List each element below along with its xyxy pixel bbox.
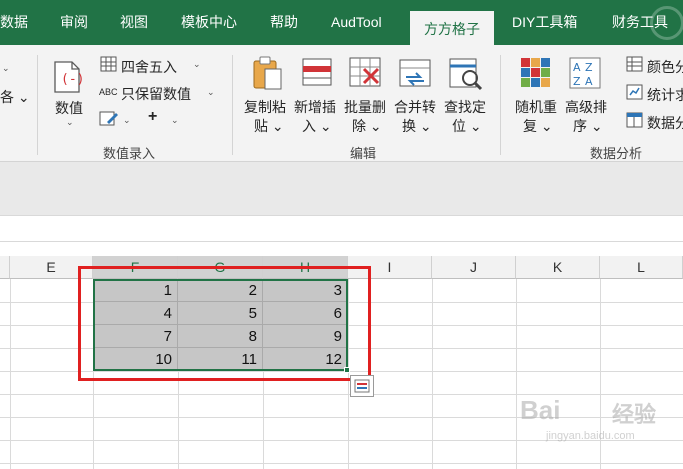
- grid-line: [0, 417, 683, 418]
- chevron-down-icon[interactable]: ⌄: [171, 115, 179, 126]
- watermark-circle: [650, 6, 683, 40]
- batch-delete-icon: [348, 55, 384, 96]
- color-analysis-button[interactable]: 颜色分: [647, 57, 683, 77]
- ribbon: ⌄ 各 ⌄ (-) 数值 ⌄ 四舍五入 ⌄ ABC 只保留数值 ⌄ ⌄ + ⌄ …: [0, 45, 683, 162]
- grid-line: [516, 279, 517, 469]
- chevron-down-icon[interactable]: ⌄: [123, 115, 131, 126]
- chevron-down-icon[interactable]: ⌄: [2, 63, 10, 74]
- column-header-partial[interactable]: [0, 256, 10, 279]
- group-separator: [37, 55, 38, 155]
- batch-delete-button[interactable]: 批量删: [344, 97, 386, 117]
- watermark-url: jingyan.baidu.com: [546, 430, 635, 442]
- red-highlight-box: [78, 266, 371, 381]
- advanced-sort-icon: A Z Z A: [569, 57, 601, 94]
- clipboard-icon: [251, 55, 285, 96]
- data-table-icon: [626, 112, 643, 133]
- keep-values-button[interactable]: 只保留数值: [121, 84, 191, 104]
- quick-analysis-icon[interactable]: [350, 375, 374, 397]
- copy-paste-button-line2[interactable]: 贴 ⌄: [254, 116, 284, 136]
- tab-review[interactable]: 审阅: [60, 0, 88, 45]
- group-label-edit: 编辑: [350, 146, 377, 161]
- grid-line: [432, 279, 433, 469]
- chevron-down-icon[interactable]: ⌄: [207, 87, 215, 98]
- tab-view[interactable]: 视图: [120, 0, 148, 45]
- find-locate-button[interactable]: 查找定: [444, 97, 486, 117]
- grid-line: [0, 463, 683, 464]
- tab-audtool[interactable]: AudTool: [331, 0, 382, 45]
- random-repeat-icon: [519, 56, 551, 95]
- merge-convert-icon: [398, 57, 434, 96]
- group-separator: [500, 55, 501, 155]
- tab-diy-toolbox[interactable]: DIY工具箱: [512, 0, 577, 45]
- random-repeat-button[interactable]: 随机重: [515, 97, 557, 117]
- tab-fangfanggezi[interactable]: 方方格子: [410, 11, 494, 45]
- tab-help[interactable]: 帮助: [270, 0, 298, 45]
- column-header-l[interactable]: L: [600, 256, 683, 279]
- ribbon-tab-bar: 数据 审阅 视图 模板中心 帮助 AudTool 方方格子 DIY工具箱 财务工…: [0, 0, 683, 45]
- svg-text:A: A: [573, 61, 581, 74]
- find-locate-button-line2[interactable]: 位 ⌄: [452, 116, 482, 136]
- data-analysis-button[interactable]: 数据分: [647, 113, 683, 133]
- merge-convert-button-line2[interactable]: 换 ⌄: [402, 116, 432, 136]
- round-table-icon: [100, 56, 117, 77]
- svg-text:Z: Z: [573, 75, 581, 88]
- column-header-j[interactable]: J: [432, 256, 516, 279]
- advanced-sort-button-line2[interactable]: 序 ⌄: [573, 116, 603, 136]
- edit-cell-icon[interactable]: [99, 110, 119, 133]
- stats-sum-button[interactable]: 统计求: [647, 85, 683, 105]
- random-repeat-button-line2[interactable]: 复 ⌄: [523, 116, 553, 136]
- copy-paste-button[interactable]: 复制粘: [244, 97, 286, 117]
- abc-icon: ABC: [99, 87, 118, 97]
- insert-button[interactable]: 新增插: [294, 97, 336, 117]
- ribbon-collapse-area: [0, 162, 683, 215]
- color-table-icon: [626, 56, 643, 77]
- watermark-brand: Bai: [520, 395, 561, 425]
- value-document-icon: (-): [52, 60, 84, 99]
- group-label-data-analysis: 数据分析: [590, 146, 643, 161]
- find-locate-icon: [448, 56, 484, 97]
- formula-bar[interactable]: [0, 215, 683, 242]
- chevron-down-icon[interactable]: ⌄: [193, 59, 201, 70]
- grid-line: [0, 394, 683, 395]
- batch-delete-button-line2[interactable]: 除 ⌄: [352, 116, 382, 136]
- partial-menu-label[interactable]: 各 ⌄: [0, 87, 30, 107]
- group-separator: [232, 55, 233, 155]
- insert-rows-icon: [301, 56, 335, 95]
- grid-line: [10, 279, 11, 469]
- advanced-sort-button[interactable]: 高级排: [565, 97, 607, 117]
- watermark-brand-cn: 经验: [612, 402, 657, 427]
- svg-text:(-): (-): [61, 72, 82, 87]
- stats-icon: [626, 84, 643, 105]
- svg-text:Z: Z: [585, 61, 593, 74]
- round-button[interactable]: 四舍五入: [121, 57, 177, 77]
- column-header-k[interactable]: K: [516, 256, 600, 279]
- value-button-label[interactable]: 数值: [55, 98, 83, 118]
- insert-button-line2[interactable]: 入 ⌄: [302, 116, 332, 136]
- chevron-down-icon[interactable]: ⌄: [66, 117, 74, 128]
- plus-icon[interactable]: +: [148, 108, 157, 126]
- group-label-value-entry: 数值录入: [103, 146, 156, 161]
- svg-text:A: A: [585, 75, 593, 88]
- merge-convert-button[interactable]: 合并转: [394, 97, 436, 117]
- tab-data[interactable]: 数据: [0, 0, 28, 45]
- tab-template-center[interactable]: 模板中心: [181, 0, 237, 45]
